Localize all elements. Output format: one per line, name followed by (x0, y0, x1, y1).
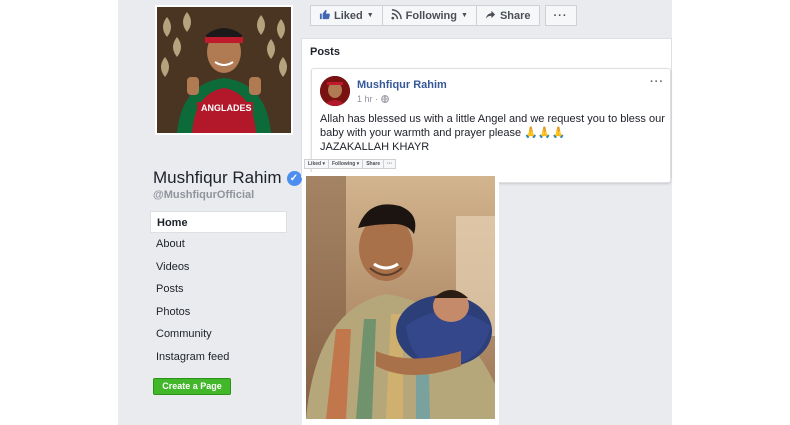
nav-item-about[interactable]: About (150, 233, 287, 256)
page-handle[interactable]: @MushfiqurOfficial (153, 189, 254, 201)
post-options-button[interactable]: ··· (650, 76, 664, 88)
photo-share-button[interactable]: Share (362, 159, 385, 169)
photo-following-button[interactable]: Following ▾ (327, 159, 364, 169)
nav-item-videos[interactable]: Videos (150, 256, 287, 279)
share-icon (485, 9, 496, 23)
share-label: Share (499, 9, 531, 22)
rss-icon (391, 8, 402, 23)
following-button[interactable]: Following ▼ (381, 5, 477, 26)
post-timestamp[interactable]: 1 hr · (357, 94, 378, 104)
chevron-down-icon: ▼ (366, 12, 374, 19)
profile-picture[interactable]: ANGLADES (155, 5, 293, 135)
create-page-button[interactable]: Create a Page (153, 378, 231, 395)
page-nav: Home About Videos Posts Photos Community… (150, 211, 287, 368)
photo-liked-button[interactable]: Liked ▾ (304, 159, 329, 169)
nav-item-posts[interactable]: Posts (150, 278, 287, 301)
cover-strip (127, 142, 302, 158)
chevron-down-icon: ▼ (461, 12, 468, 19)
photo-more-button[interactable]: ··· (383, 159, 397, 169)
verified-badge-icon: ✓ (286, 170, 302, 186)
page-action-bar: Liked ▼ Following ▼ Share ··· (310, 5, 577, 26)
liked-button[interactable]: Liked ▼ (310, 5, 383, 26)
following-label: Following (405, 9, 457, 22)
liked-label: Liked (334, 9, 363, 22)
photo-action-bar: Liked ▾ Following ▾ Share ··· (304, 159, 397, 169)
thumbs-up-icon (319, 9, 330, 23)
nav-item-community[interactable]: Community (150, 323, 287, 346)
post-photo[interactable] (306, 176, 495, 419)
post-text: Allah has blessed us with a little Angel… (320, 112, 665, 154)
posts-section-title: Posts (310, 46, 340, 58)
post-text-main: Allah has blessed us with a little Angel… (320, 113, 665, 139)
post-text-closing: JAZAKALLAH KHAYR (320, 141, 430, 153)
svg-text:ANGLADES: ANGLADES (201, 103, 252, 113)
author-avatar[interactable] (320, 76, 350, 106)
share-button[interactable]: Share (475, 5, 540, 26)
post-meta: 1 hr · (357, 94, 389, 104)
more-options-button[interactable]: ··· (544, 5, 577, 26)
page-name[interactable]: Mushfiqur Rahim (153, 168, 282, 188)
globe-icon (380, 94, 389, 104)
nav-item-instagram-feed[interactable]: Instagram feed (150, 346, 287, 369)
post-author[interactable]: Mushfiqur Rahim (357, 79, 447, 91)
nav-item-home[interactable]: Home (150, 211, 287, 233)
nav-item-photos[interactable]: Photos (150, 301, 287, 324)
page-name-row: Mushfiqur Rahim ✓ (153, 168, 302, 188)
